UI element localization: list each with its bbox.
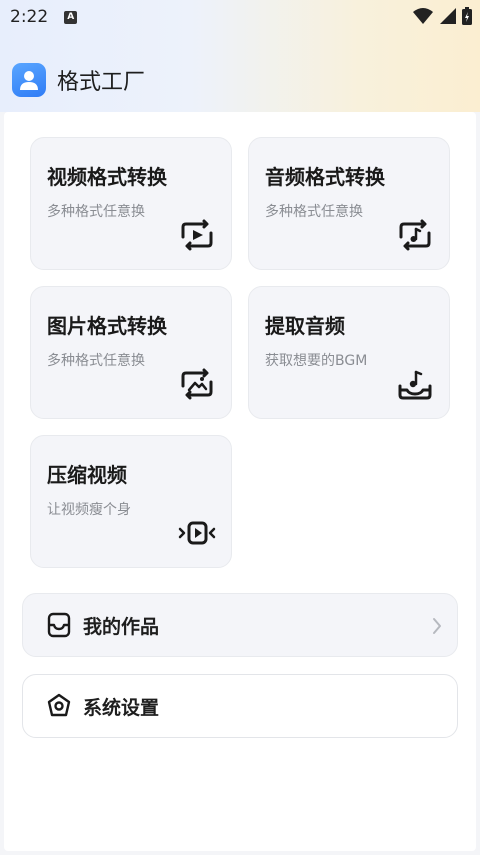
card-title: 图片格式转换 [47,314,167,338]
my-works-label: 我的作品 [83,615,160,638]
image-convert-icon [181,368,213,400]
app-header: 格式工厂 [12,63,145,97]
card-subtitle: 获取想要的BGM [265,353,368,369]
settings-label: 系统设置 [83,696,160,719]
card-title: 视频格式转换 [47,165,167,189]
card-video-convert[interactable]: 视频格式转换 多种格式任意换 [30,137,232,270]
card-extract-audio[interactable]: 提取音频 获取想要的BGM [248,286,450,419]
card-title: 压缩视频 [47,463,127,487]
card-image-convert[interactable]: 图片格式转换 多种格式任意换 [30,286,232,419]
status-bar: 2:22 A [0,0,480,34]
user-icon [12,63,46,97]
my-works-row[interactable]: 我的作品 [22,593,458,657]
card-compress-video[interactable]: 压缩视频 让视频瘦个身 [30,435,232,568]
audio-convert-icon [399,219,431,251]
card-subtitle: 多种格式任意换 [47,204,145,220]
wifi-icon [413,8,433,24]
card-subtitle: 让视频瘦个身 [47,502,131,518]
video-convert-icon [181,219,213,251]
notification-icon: A [64,10,78,24]
card-audio-convert[interactable]: 音频格式转换 多种格式任意换 [248,137,450,270]
battery-icon [462,7,472,25]
status-icons [413,7,472,25]
inbox-icon [47,612,71,638]
card-subtitle: 多种格式任意换 [47,353,145,369]
settings-icon [47,693,71,717]
signal-icon [440,8,456,24]
app-title: 格式工厂 [57,70,146,95]
extract-audio-icon [398,370,432,400]
card-subtitle: 多种格式任意换 [265,204,363,220]
status-time: 2:22 [10,7,49,27]
chevron-right-icon [433,618,441,634]
card-title: 音频格式转换 [265,165,385,189]
compress-video-icon [178,521,216,545]
settings-row[interactable]: 系统设置 [22,674,458,738]
card-title: 提取音频 [265,314,345,338]
